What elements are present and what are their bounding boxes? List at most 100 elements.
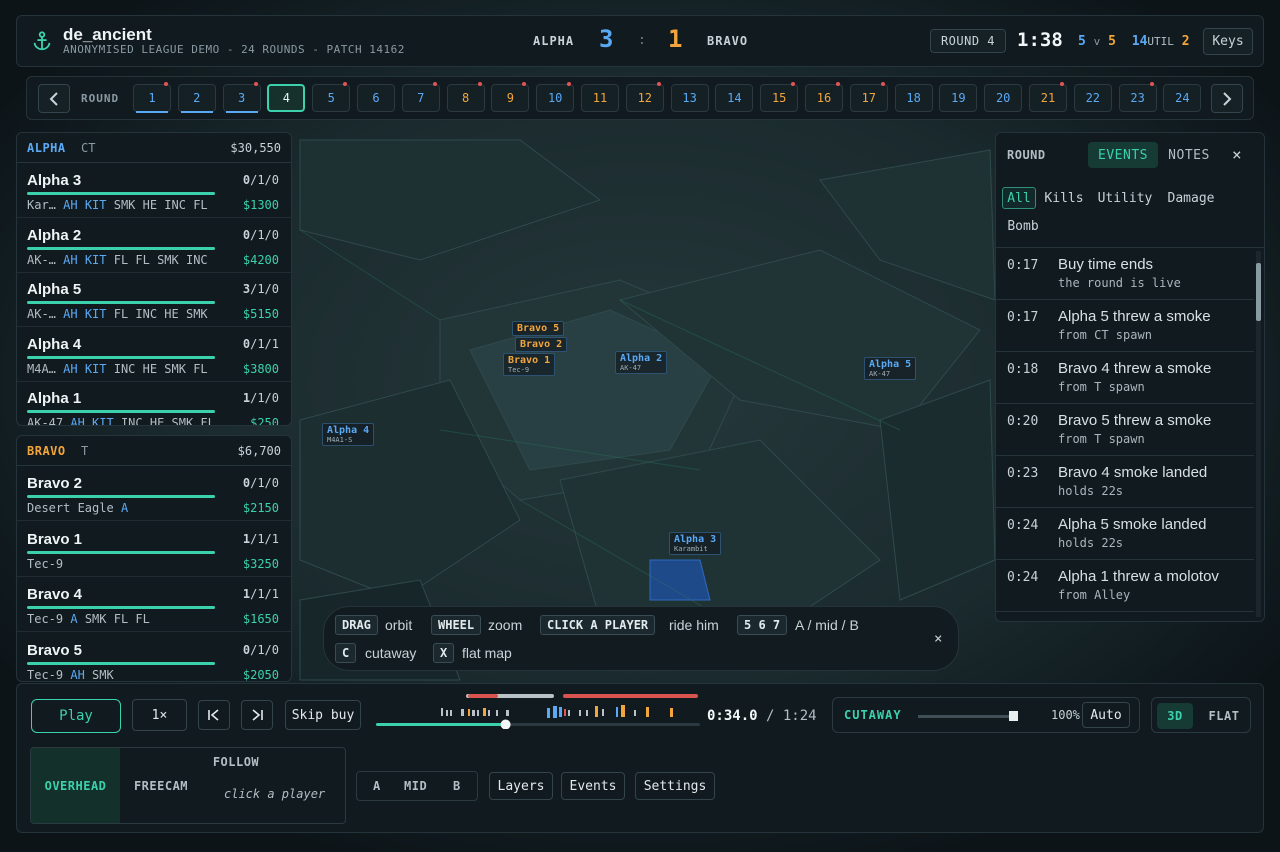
round-button-6[interactable]: 6 [357, 84, 395, 112]
anchor-icon [33, 31, 51, 51]
close-icon[interactable]: × [1232, 145, 1242, 164]
cutaway-auto-button[interactable]: Auto [1082, 702, 1130, 728]
event-row[interactable]: 0:23 Bravo 4 smoke landed holds 22s [996, 456, 1254, 508]
cutaway-slider-track[interactable] [918, 715, 1018, 718]
close-icon[interactable]: × [934, 631, 942, 647]
player-inventory: Kar… AH KIT SMK HE INC FL [27, 198, 208, 212]
round-button-22[interactable]: 22 [1073, 84, 1112, 112]
team-money: $6,700 [237, 444, 281, 458]
event-row[interactable]: 0:17 Alpha 5 threw a smoke from CT spawn [996, 300, 1254, 352]
round-button-18[interactable]: 18 [894, 84, 933, 112]
round-button-19[interactable]: 19 [939, 84, 978, 112]
bottom-controls: Play 1× Skip buy 0:34.0 / 1:24 CUTAWAY 1… [16, 683, 1264, 833]
round-button-20[interactable]: 20 [984, 84, 1023, 112]
next-round-button[interactable] [1211, 84, 1243, 113]
prev-event-button[interactable] [198, 700, 230, 730]
player-row[interactable]: Bravo 2 0/1/0 Desert Eagle A $2150 [17, 466, 291, 521]
round-button-12[interactable]: 12 [625, 82, 664, 112]
alive-a: 5 [1078, 34, 1086, 49]
filter-bomb[interactable]: Bomb [1002, 215, 1044, 237]
play-button[interactable]: Play [31, 699, 121, 733]
player-cash: $3800 [242, 361, 279, 376]
keys-button[interactable]: Keys [1203, 28, 1253, 55]
round-button-9[interactable]: 9 [491, 82, 530, 112]
round-number: 19 [951, 91, 966, 105]
view-mode-toggle: 3D FLAT [1151, 697, 1251, 733]
filter-damage[interactable]: Damage [1164, 187, 1218, 209]
map-player-label[interactable]: Bravo 1 Tec-9 [503, 353, 556, 376]
player-row[interactable]: Bravo 1 1/1/1 Tec-9 $3250 [17, 522, 291, 577]
map-player-label[interactable]: Alpha 2 AK-47 [615, 351, 668, 374]
map-player-label[interactable]: Alpha 5 AK-47 [864, 357, 917, 380]
view-flat-button[interactable]: FLAT [1200, 703, 1248, 729]
round-button-13[interactable]: 13 [670, 84, 709, 112]
site-keys: 5 6 7 [737, 615, 788, 635]
round-button-2[interactable]: 2 [177, 84, 216, 113]
round-button-23[interactable]: 23 [1118, 82, 1157, 112]
player-row[interactable]: Bravo 4 1/1/1 Tec-9 A SMK FL FL $1650 [17, 577, 291, 632]
map-player-label[interactable]: Bravo 2 [515, 337, 568, 352]
skip-buy-button[interactable]: Skip buy [285, 700, 361, 730]
round-number: 10 [547, 91, 563, 105]
map-player-name: Alpha 2 [620, 353, 663, 364]
filter-kills[interactable]: Kills [1042, 187, 1086, 209]
round-button-15[interactable]: 15 [760, 82, 799, 112]
round-button-3[interactable]: 3 [222, 82, 261, 113]
timeline-handle[interactable] [500, 719, 511, 730]
settings-button[interactable]: Settings [635, 772, 715, 800]
timeline-scrubber[interactable] [376, 689, 700, 729]
round-button-7[interactable]: 7 [401, 82, 440, 112]
tab-events[interactable]: EVENTS [1088, 142, 1158, 168]
map-player-label[interactable]: Bravo 5 [512, 321, 565, 336]
site-b-button[interactable]: B [453, 779, 461, 793]
camera-overhead-button[interactable]: OVERHEAD [31, 748, 120, 823]
scrollbar-thumb[interactable] [1256, 263, 1261, 321]
prev-round-button[interactable] [38, 84, 70, 113]
round-button-8[interactable]: 8 [446, 82, 485, 112]
camera-freecam-button[interactable]: FREECAM [120, 748, 202, 823]
round-button-14[interactable]: 14 [715, 84, 754, 112]
speed-button[interactable]: 1× [132, 699, 187, 731]
round-button-17[interactable]: 17 [849, 82, 888, 112]
site-mid-button[interactable]: MID [404, 779, 427, 793]
round-button-24[interactable]: 24 [1163, 84, 1202, 112]
filter-utility[interactable]: Utility [1094, 187, 1156, 209]
round-button-16[interactable]: 16 [805, 82, 843, 112]
filter-all[interactable]: All [1002, 187, 1036, 209]
event-row[interactable]: 0:24 Alpha 5 smoke landed holds 22s [996, 508, 1254, 560]
round-button-11[interactable]: 11 [581, 84, 619, 112]
camera-follow-button[interactable]: FOLLOW [209, 748, 263, 776]
events-button[interactable]: Events [561, 772, 625, 800]
round-played-underline [225, 111, 258, 113]
round-button-4[interactable]: 4 [267, 84, 306, 112]
player-row[interactable]: Alpha 3 0/1/0 Kar… AH KIT SMK HE INC FL $13… [17, 163, 291, 218]
player-row[interactable]: Alpha 1 1/1/0 AK-47 AH KIT INC HE SMK FL $2… [17, 381, 291, 425]
event-row[interactable]: 0:17 Buy time ends the round is live [996, 248, 1254, 300]
util-count: 14 [1131, 34, 1148, 49]
view-3d-button[interactable]: 3D [1157, 703, 1193, 729]
round-number: 21 [1040, 91, 1056, 105]
round-button-5[interactable]: 5 [312, 82, 351, 112]
armor-kit: AH KIT [63, 307, 107, 321]
event-title: Bravo 5 threw a smoke [1058, 412, 1212, 429]
tab-notes[interactable]: NOTES [1156, 142, 1222, 168]
round-number: 6 [372, 91, 380, 105]
round-button-1[interactable]: 1 [133, 82, 171, 113]
round-button-10[interactable]: 10 [536, 82, 575, 112]
layers-button[interactable]: Layers [489, 772, 553, 800]
player-row[interactable]: Alpha 5 3/1/0 AK-… AH KIT FL INC HE SMK $51… [17, 272, 291, 327]
event-row[interactable]: 0:24 Alpha 1 threw a molotov from Alley [996, 560, 1254, 612]
map-player-label[interactable]: Alpha 3 Karambit [669, 532, 722, 555]
event-row[interactable]: 0:18 Bravo 4 threw a smoke from T spawn [996, 352, 1254, 404]
next-event-button[interactable] [241, 700, 273, 730]
player-row[interactable]: Alpha 2 0/1/0 AK-… AH KIT FL FL SMK INC $42… [17, 218, 291, 273]
event-row[interactable]: 0:20 Bravo 5 threw a smoke from T spawn [996, 404, 1254, 456]
round-button-21[interactable]: 21 [1029, 82, 1067, 112]
map-player-label[interactable]: Alpha 4 M4A1-S [322, 423, 375, 446]
event-time: 0:17 [1007, 310, 1039, 325]
site-a-button[interactable]: A [373, 779, 381, 793]
player-row[interactable]: Alpha 4 0/1/1 M4A… AH KIT INC HE SMK FL $38… [17, 327, 291, 382]
cutaway-slider-handle[interactable] [1009, 711, 1018, 721]
player-row[interactable]: Bravo 5 0/1/0 Tec-9 AH SMK $2050 [17, 633, 291, 681]
player-kda: 1/1/1 [243, 587, 279, 601]
